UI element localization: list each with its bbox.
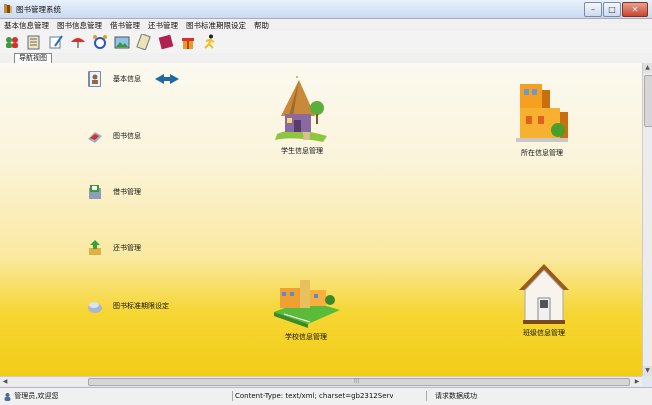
title-bar: 图书管理系统 – □ ✕ — [0, 0, 652, 19]
red-book-icon — [158, 34, 174, 50]
toolbar-pencil-button[interactable] — [135, 33, 153, 51]
nav-label: 还书管理 — [113, 244, 141, 252]
status-content-type: Content-Type: text/xml; charset=gb2312Se… — [232, 391, 393, 401]
settings-icon — [88, 302, 102, 313]
scroll-right-icon[interactable]: ▶ — [632, 377, 642, 386]
horizontal-scrollbar[interactable]: ◀ ||| ▶ — [0, 376, 642, 386]
window-controls: – □ ✕ — [583, 2, 648, 17]
pencil-icon — [136, 34, 151, 50]
borrow-icon — [89, 185, 101, 199]
toolbar-alarm-button[interactable] — [91, 33, 109, 51]
toolbar-users-button[interactable] — [3, 33, 21, 51]
menu-help[interactable]: 帮助 — [250, 20, 273, 31]
nav-label: 基本信息 — [113, 75, 141, 83]
school-info-label: 学校信息管理 — [285, 333, 327, 341]
menu-bar: 基本信息管理 图书信息管理 借书管理 还书管理 图书标准期限设定 帮助 — [0, 19, 652, 31]
nav-item-borrow[interactable]: 借书管理 — [86, 183, 141, 201]
toolbar-umbrella-button[interactable] — [69, 33, 87, 51]
user-status-icon — [4, 392, 11, 401]
building-icon — [516, 84, 568, 142]
scroll-left-icon[interactable]: ◀ — [0, 377, 10, 386]
status-user-text: 管理员,欢迎您 — [14, 392, 59, 400]
scroll-grip-icon: ||| — [354, 378, 360, 384]
maximize-button[interactable]: □ — [603, 2, 621, 17]
umbrella-icon — [71, 38, 85, 48]
school-info-management[interactable]: 学校信息管理 — [270, 276, 342, 342]
running-man-icon — [204, 34, 215, 49]
vertical-scroll-thumb[interactable] — [644, 75, 652, 127]
toolbar-gift-button[interactable] — [179, 33, 197, 51]
house-icon — [519, 264, 569, 324]
alarm-clock-icon — [93, 35, 107, 49]
menu-basic-info[interactable]: 基本信息管理 — [0, 20, 53, 31]
minimize-icon: – — [591, 5, 595, 14]
cottage-icon — [275, 76, 327, 142]
student-info-label: 学生信息管理 — [281, 147, 323, 155]
nav-item-basic-info[interactable]: 基本信息 — [86, 70, 141, 88]
location-info-management[interactable]: 所在信息管理 — [510, 80, 574, 158]
school-icon — [274, 280, 340, 328]
book-list-icon — [27, 35, 40, 50]
nav-label: 图书信息 — [113, 132, 141, 140]
close-button[interactable]: ✕ — [622, 2, 648, 17]
class-info-management[interactable]: 班级信息管理 — [512, 262, 576, 338]
class-info-label: 班级信息管理 — [523, 329, 565, 337]
books-icon — [88, 132, 102, 143]
scroll-down-icon[interactable]: ▼ — [643, 366, 652, 376]
window-title: 图书管理系统 — [16, 5, 61, 14]
app-icon — [4, 4, 12, 13]
nav-label: 借书管理 — [113, 188, 141, 196]
tab-navigation-view[interactable]: 导航视图 — [14, 53, 52, 63]
menu-book-info[interactable]: 图书信息管理 — [53, 20, 106, 31]
scroll-up-icon[interactable]: ▲ — [643, 63, 652, 73]
nav-item-period-setting[interactable]: 图书标准期限设定 — [86, 297, 169, 315]
status-bar: 管理员,欢迎您 Content-Type: text/xml; charset=… — [0, 387, 652, 405]
toolbar-exit-button[interactable] — [201, 33, 219, 51]
users-icon — [6, 37, 18, 48]
status-message: 请求数据成功 — [426, 391, 535, 401]
toolbar-book-list-button[interactable] — [25, 33, 43, 51]
status-user: 管理员,欢迎您 — [3, 391, 123, 401]
toolbar-edit-button[interactable] — [47, 33, 65, 51]
toolbar-picture-button[interactable] — [113, 33, 131, 51]
vertical-scrollbar[interactable]: ▲ ▼ — [642, 63, 652, 376]
close-icon: ✕ — [631, 5, 639, 14]
toolbar-red-book-button[interactable] — [157, 33, 175, 51]
gift-icon — [182, 38, 194, 49]
maximize-icon: □ — [608, 5, 616, 14]
arrow-icon — [155, 74, 179, 84]
return-icon — [89, 240, 101, 255]
menu-period-setting[interactable]: 图书标准期限设定 — [182, 20, 250, 31]
menu-borrow[interactable]: 借书管理 — [106, 20, 144, 31]
toolbar — [0, 31, 652, 53]
location-info-label: 所在信息管理 — [521, 149, 563, 157]
nav-label: 图书标准期限设定 — [113, 302, 169, 310]
app-window: 图书管理系统 – □ ✕ 基本信息管理 图书信息管理 借书管理 还书管理 图书标… — [0, 0, 652, 405]
picture-icon — [114, 36, 130, 49]
nav-item-return[interactable]: 还书管理 — [86, 239, 141, 257]
address-book-icon — [88, 71, 101, 87]
minimize-button[interactable]: – — [584, 2, 602, 17]
nav-item-book-info[interactable]: 图书信息 — [86, 127, 141, 145]
edit-icon — [49, 35, 63, 49]
student-info-management[interactable]: 学生信息管理 — [272, 76, 332, 156]
menu-return[interactable]: 还书管理 — [144, 20, 182, 31]
